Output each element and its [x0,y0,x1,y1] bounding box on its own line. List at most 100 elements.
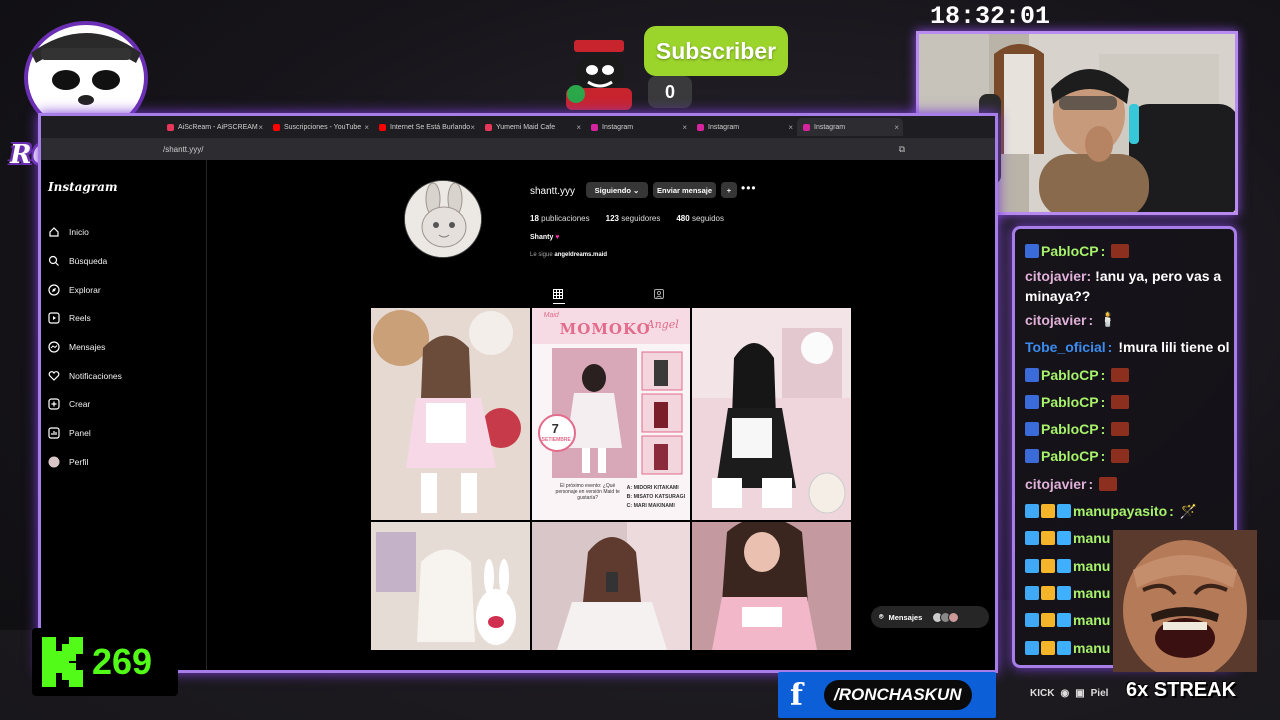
chat-badge-icon [1025,449,1039,464]
post-5-image [531,522,691,650]
sidebar-item-chart[interactable]: Panel [48,419,122,448]
tab-label: Suscripciones - YouTube [284,123,362,131]
chat-username[interactable]: manu [1073,558,1110,574]
sidebar-item-avatar[interactable]: Perfil [48,448,122,477]
social-icons-strip: KICK ◉ ▣ Piel [1030,688,1108,699]
sidebar-item-home[interactable]: Inicio [48,218,122,247]
posts-stat[interactable]: 18 publicaciones [530,214,590,223]
profile-avatar[interactable] [404,180,482,258]
chat-text: 🪄 [1179,502,1198,519]
address-bar[interactable]: /shantt.yyy/ ⧉ [41,138,995,160]
bunny-avatar-icon [405,181,481,257]
tab-close-icon[interactable]: × [576,123,581,132]
post-6[interactable] [692,522,851,650]
chat-username[interactable]: PabloCP [1041,421,1099,437]
tab-tagged[interactable] [654,286,666,304]
tab-close-icon[interactable]: × [470,123,475,132]
social-label-piel: Piel [1090,688,1109,699]
chat-username[interactable]: citojavier [1025,268,1086,284]
subscriber-label: Subscriber [644,26,788,76]
chat-message: citojavier: !anu ya, pero vas a minaya?? [1025,264,1234,306]
browser-tab[interactable]: Internet Se Está Burlando × [373,118,479,136]
post-3-image [692,308,851,520]
twitch-icon: ▣ [1075,688,1085,699]
chat-username[interactable]: manu [1073,640,1110,656]
following-count: 480 [676,214,690,223]
chat-username[interactable]: citojavier [1025,476,1086,492]
chat-username[interactable]: PabloCP [1041,394,1099,410]
followed-by-prefix: Le sigue [530,252,553,258]
chat-badge-icon [1057,504,1071,519]
browser-tab[interactable]: Suscripciones - YouTube × [267,118,373,136]
tab-close-icon[interactable]: × [894,123,899,132]
chat-username[interactable]: Tobe_oficial [1025,339,1106,355]
chat-badge-icon [1025,613,1039,628]
tab-close-icon[interactable]: × [258,123,263,132]
suggest-user-button[interactable]: + [721,182,737,198]
chat-badge-icon [1041,613,1055,628]
sidebar-item-label: Perfil [69,456,89,467]
sidebar-item-messenger[interactable]: Mensajes [48,333,122,362]
kick-label: KICK [1030,688,1055,699]
chat-separator: : [1169,503,1174,520]
messages-pill[interactable]: ⌾ Mensajes [871,606,989,628]
post-1[interactable] [371,308,530,520]
more-options-icon[interactable]: ••• [741,181,757,195]
sidebar-item-plus[interactable]: Crear [48,390,122,419]
chat-badge-icon [1041,585,1055,600]
following-button[interactable]: Siguiendo ⌄ [586,182,648,198]
post-4[interactable] [371,522,530,650]
chat-message: PabloCP: [1025,443,1234,470]
browser-tab[interactable]: Instagram × [797,118,903,136]
profile-tabs [371,286,851,306]
chat-badge-icon [1057,640,1071,655]
browser-tab[interactable]: AiScReam - AiPSCREAM × [161,118,267,136]
display-name-text: Shanty [530,234,554,241]
reels-icon [48,312,60,325]
chat-badge-icon [1057,558,1071,573]
discord-icon: ◉ [1060,688,1070,699]
browser-tab[interactable]: Yumemi Maid Cafe × [479,118,585,136]
post-5[interactable] [531,522,691,650]
chat-username[interactable]: PabloCP [1041,367,1099,383]
chat-username[interactable]: manu [1073,612,1110,628]
browser-tab[interactable]: Instagram × [691,118,797,136]
extension-icon[interactable]: ⧉ [899,144,905,155]
tab-label: Yumemi Maid Cafe [496,123,556,131]
sidebar-item-heart[interactable]: Notificaciones [48,361,122,390]
chat-message: PabloCP: [1025,388,1234,415]
instagram-logo[interactable]: Instagram [48,180,118,194]
poster-brand: Angel [646,318,679,331]
chat-username[interactable]: manu [1073,530,1110,546]
followers-stat[interactable]: 123 seguidores [606,214,661,223]
kick-logo-icon [42,637,83,687]
url-text[interactable]: /shantt.yyy/ [163,145,203,154]
tab-posts[interactable] [553,286,565,304]
sidebar-item-compass[interactable]: Explorar [48,275,122,304]
chat-username[interactable]: manupayasito [1073,503,1167,519]
chat-badge-icon [1025,640,1039,655]
chat-badge-icon [1057,613,1071,628]
compass-icon [48,284,60,296]
chat-username[interactable]: citojavier [1025,312,1086,328]
sidebar-item-search[interactable]: Búsqueda [48,247,122,276]
followed-by[interactable]: Le sigue angeldreams.maid [530,252,607,258]
posts-label: publicaciones [541,214,590,223]
laughing-meme-overlay [1113,530,1257,672]
following-stat[interactable]: 480 seguidos [676,214,724,223]
chat-username[interactable]: manu [1073,585,1110,601]
chat-username[interactable]: PabloCP [1041,448,1099,464]
tab-close-icon[interactable]: × [788,123,793,132]
tab-close-icon[interactable]: × [682,123,687,132]
post-2-event-poster[interactable]: Maid MOMOKO Angel 7 SETIEMBRE El próximo… [531,308,691,520]
instagram-sidebar: Instagram Inicio Búsqueda Explorar Reels Men… [41,160,207,670]
send-message-button[interactable]: Enviar mensaje [653,182,716,198]
poster-option: C: MARI MAKINAMI [626,503,675,509]
post-3[interactable] [692,308,851,520]
sidebar-item-reels[interactable]: Reels [48,304,122,333]
tab-close-icon[interactable]: × [364,123,369,132]
chat-separator: : [1088,311,1094,328]
messages-pill-label: Mensajes [888,612,923,622]
chat-username[interactable]: PabloCP [1041,243,1099,259]
browser-tab[interactable]: Instagram × [585,118,691,136]
